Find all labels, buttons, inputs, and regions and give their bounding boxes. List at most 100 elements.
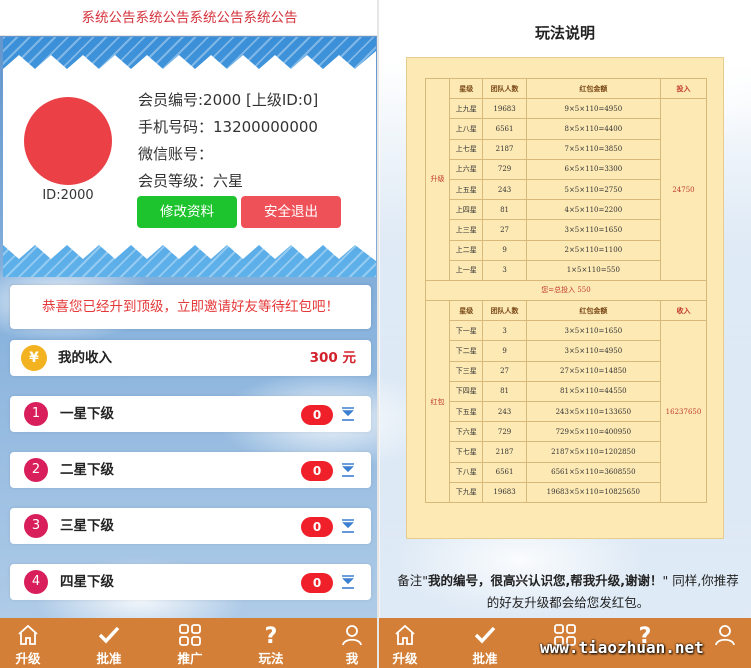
income-value: 300 元	[309, 350, 356, 366]
table-cell: 上八星	[448, 118, 484, 140]
table-row: 下一星 3 3×5×110=1650 16237650	[426, 320, 707, 503]
income-label: 我的收入	[58, 350, 112, 366]
table-cell: 下九星	[448, 481, 484, 503]
note-prefix: 备注"	[397, 573, 429, 588]
zigzag-pattern-top	[3, 51, 376, 83]
table-cell: 3	[482, 259, 527, 281]
table-cell: 6561	[482, 461, 527, 483]
wechat-account: 微信账号：	[138, 145, 214, 163]
table-header-row: 升级 星级 团队人数 红包金额 投入	[425, 77, 707, 281]
table-cell: 19683	[482, 481, 527, 503]
expand-icon[interactable]	[341, 406, 355, 422]
table-cell: 9	[482, 340, 527, 362]
table-cell: 3×5×110=1650	[525, 219, 662, 241]
question-icon: ?	[265, 624, 278, 647]
table-header: 星级	[448, 77, 484, 100]
user-icon	[342, 625, 362, 646]
table-cell: 3×5×110=1650	[525, 320, 662, 342]
table-cell: 上五星	[448, 178, 484, 201]
total-cell: 16237650	[660, 320, 707, 503]
congrats-banner: 恭喜您已经升到顶级，立即邀请好友等待红包吧！	[10, 285, 371, 329]
table-cell: 2187	[482, 441, 527, 463]
nav-rules[interactable]: ? 玩法	[233, 618, 309, 668]
table-cell: 6561	[482, 118, 527, 140]
table-cell: 81	[482, 380, 527, 403]
income-row[interactable]: ¥ 我的收入 300 元	[10, 340, 371, 376]
table-cell: 5×5×110=2750	[525, 178, 662, 201]
list-item-level-3[interactable]: 3 三星下级 0	[10, 508, 371, 544]
table-cell: 3×5×110=4950	[525, 340, 662, 362]
table-cell: 1×5×110=550	[525, 259, 662, 281]
table-cell: 上四星	[448, 199, 484, 221]
count-badge: 0	[301, 573, 333, 593]
table-cell: 上九星	[448, 98, 484, 120]
table-cell: 6×5×110=3300	[525, 158, 662, 180]
svg-text:?: ?	[265, 624, 278, 647]
phone-number: 手机号码：13200000000	[138, 118, 318, 136]
edit-profile-button[interactable]: 修改资料	[137, 196, 237, 228]
table-cell: 81×5×110=44550	[525, 380, 662, 403]
bottom-nav: 升级 批准 推广 ? 玩法 我	[0, 618, 379, 668]
logout-button[interactable]: 安全退出	[241, 196, 341, 228]
table-cell: 上七星	[448, 138, 484, 160]
nav-label: 玩法	[258, 651, 284, 666]
table-header: 红包金额	[525, 77, 662, 100]
user-icon	[715, 625, 735, 646]
table-cell: 19683×5×110=10825650	[525, 481, 662, 503]
member-center-panel: 系统公告系统公告系统公告系统公告 ID:2000 会员编号:2000 [上级ID…	[0, 0, 379, 668]
table-cell: 243	[482, 400, 527, 423]
table-header: 收入	[660, 300, 707, 322]
rules-table-image: 升级 星级 团队人数 红包金额 投入 上九星 19683 9×5×110=4950 2…	[406, 57, 724, 539]
member-info: 会员编号:2000 [上级ID:0] 手机号码：13200000000 微信账号…	[138, 89, 318, 197]
list-item-level-4[interactable]: 4 四星下级 0	[10, 564, 371, 600]
member-number: 会员编号:2000 [上级ID:0]	[138, 91, 319, 109]
check-icon	[98, 626, 120, 644]
check-icon	[474, 626, 496, 644]
table-cell: 243×5×110=133650	[525, 400, 662, 423]
expand-icon[interactable]	[341, 462, 355, 478]
table-cell: 上一星	[448, 259, 484, 281]
member-level: 会员等级：六星	[138, 172, 244, 190]
level-label: 二星下级	[60, 462, 114, 478]
table-cell: 729×5×110=400950	[525, 421, 662, 443]
nav-upgrade[interactable]: 升级	[0, 618, 66, 668]
nav-upgrade[interactable]: 升级	[367, 618, 443, 668]
nav-label: 升级	[392, 651, 418, 666]
rules-panel: 玩法说明 升级 星级 团队人数 红包金额 投入 上九星 19683 9×5×110=…	[379, 0, 751, 668]
list-item-level-1[interactable]: 1 一星下级 0	[10, 396, 371, 432]
table-cell: 上六星	[448, 158, 484, 180]
nav-approve[interactable]: 批准	[71, 618, 147, 668]
table-cell: 729	[482, 158, 527, 180]
member-id-label: ID:2000	[42, 188, 94, 203]
table-cell: 上三星	[448, 219, 484, 241]
total-cell: 24750	[660, 98, 707, 281]
table-header: 投入	[660, 77, 707, 100]
table-cell: 81	[482, 199, 527, 221]
nav-promote[interactable]: 推广	[152, 618, 228, 668]
table-cell: 下六星	[448, 421, 484, 443]
table-cell: 8×5×110=4400	[525, 118, 662, 140]
table-cell: 27×5×110=14850	[525, 360, 662, 382]
table-cell: 6561×5×110=3608550	[525, 461, 662, 483]
table-cell: 下四星	[448, 380, 484, 403]
zigzag-pattern-bottom	[3, 231, 376, 261]
avatar[interactable]	[24, 97, 112, 185]
table-cell: 下一星	[448, 320, 484, 342]
table-cell: 2187	[482, 138, 527, 160]
redpack-group-cell: 红包	[425, 300, 450, 503]
table-cell: 4×5×110=2200	[525, 199, 662, 221]
table-cell: 下七星	[448, 441, 484, 463]
level-label: 一星下级	[60, 406, 114, 422]
table-cell: 243	[482, 178, 527, 201]
expand-icon[interactable]	[341, 518, 355, 534]
table-header: 星级	[448, 300, 484, 322]
home-icon	[18, 624, 38, 645]
table-cell: 19683	[482, 98, 527, 120]
grid-icon	[179, 624, 201, 646]
table-cell: 下五星	[448, 400, 484, 423]
nav-label: 批准	[96, 651, 122, 666]
nav-approve[interactable]: 批准	[447, 618, 523, 668]
expand-icon[interactable]	[341, 574, 355, 590]
list-item-level-2[interactable]: 2 二星下级 0	[10, 452, 371, 488]
upgrade-group-cell: 升级	[425, 78, 450, 281]
